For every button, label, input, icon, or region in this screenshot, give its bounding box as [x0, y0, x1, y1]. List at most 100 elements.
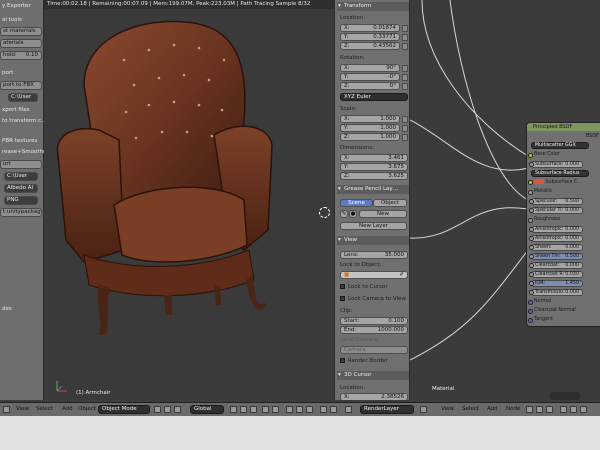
socket-icon[interactable] [529, 162, 534, 167]
render-icon[interactable] [320, 406, 327, 413]
export-fbx-button[interactable]: port to FBX [0, 81, 42, 90]
materials-button[interactable]: aterials [0, 39, 42, 48]
test-materials-button[interactable]: st materials [0, 27, 42, 36]
socket-icon[interactable] [528, 190, 533, 195]
rotation-y-field[interactable]: Y: -0° [340, 73, 400, 81]
export-textures-button[interactable]: ort [0, 160, 42, 169]
object-cube-icon[interactable] [560, 406, 567, 413]
layers-icon[interactable] [345, 406, 352, 413]
subsurface-method-select[interactable]: Subsurface Radius [531, 170, 589, 177]
lock-icon[interactable] [402, 83, 408, 90]
datablock-icon[interactable]: ● [349, 210, 357, 218]
transmission-field[interactable]: Transmissio: 0.000 [529, 289, 583, 296]
socket-icon[interactable] [528, 218, 533, 223]
subsurface-field[interactable]: Subsurface: 0.000 [529, 161, 583, 168]
node-editor[interactable]: Principled BSDF BSDF Multiscatter GGX Ba… [410, 0, 600, 400]
editor-type-icon[interactable] [3, 406, 10, 413]
lock-object-field[interactable]: ■ ✐ [340, 271, 408, 279]
ior-field[interactable]: IOR: 1.450 [529, 280, 583, 287]
lock-to-cursor-checkbox[interactable]: Lock to Cursor [340, 284, 388, 290]
grease-pencil-header[interactable]: Grease Pencil Lay… [337, 185, 409, 194]
socket-icon[interactable] [528, 318, 533, 323]
node-add-menu[interactable]: Add [487, 406, 498, 412]
lock-icon[interactable] [402, 65, 408, 72]
layer-icon[interactable] [262, 406, 269, 413]
scale-x-field[interactable]: X: 1.000 [340, 115, 400, 123]
location-y-field[interactable]: Y: 0.33771 [340, 33, 400, 41]
dimension-x-field[interactable]: X: 3.461 [340, 154, 408, 162]
lock-icon[interactable] [402, 74, 408, 81]
object-icon[interactable] [536, 406, 543, 413]
rotation-x-field[interactable]: X: 90° [340, 64, 400, 72]
3d-viewport[interactable]: Time:00:02.18 | Remaining:00:07.09 | Mem… [44, 0, 334, 400]
lock-icon[interactable] [402, 134, 408, 141]
view-menu[interactable]: View [16, 406, 29, 412]
location-z-field[interactable]: Z: 0.43562 [340, 42, 400, 50]
lock-icon[interactable] [402, 125, 408, 132]
3d-cursor-icon[interactable] [319, 207, 330, 218]
socket-icon[interactable] [529, 199, 534, 204]
lens-field[interactable]: Lens: 35.000 [340, 251, 408, 259]
add-menu[interactable]: Add [62, 406, 73, 412]
anisotropic-rotation-field[interactable]: Anisotropic: 0.000 [529, 235, 583, 242]
world-icon[interactable] [546, 406, 553, 413]
layer-icon[interactable] [240, 406, 247, 413]
unitypackage-button[interactable]: t unitypackage [0, 208, 42, 217]
manipulator-icon[interactable] [174, 406, 181, 413]
socket-icon[interactable] [529, 272, 534, 277]
magnet-icon[interactable] [296, 406, 303, 413]
sheen-tint-field[interactable]: Sheen Tin: 0.500 [529, 253, 583, 260]
pencil-icon[interactable]: ✎ [340, 210, 348, 218]
lock-camera-checkbox[interactable]: Lock Camera to View [340, 296, 406, 302]
node-menu[interactable]: Node [506, 406, 520, 412]
socket-icon[interactable] [529, 290, 534, 295]
shading-icon[interactable] [154, 406, 161, 413]
render-border-checkbox[interactable]: Render Border [340, 358, 388, 364]
sheen-field[interactable]: Sheen: 0.000 [529, 244, 583, 251]
fbx-path-field[interactable]: C:\User [8, 93, 38, 102]
orientation-select[interactable]: Global [190, 405, 224, 414]
lock-icon[interactable] [402, 34, 408, 41]
node-view-menu[interactable]: View [441, 406, 454, 412]
dimension-z-field[interactable]: Z: 3.625 [340, 172, 408, 180]
socket-icon[interactable] [529, 208, 534, 213]
albedo-select[interactable]: Albedo Al [4, 184, 38, 193]
new-layer-button[interactable]: New Layer [340, 222, 407, 230]
node-nav-widget[interactable] [550, 392, 580, 400]
subsurface-color-row[interactable]: Subsurface C… [528, 179, 600, 186]
texture-path-field[interactable]: C:\User [4, 172, 38, 181]
node-tree-icon[interactable] [526, 406, 533, 413]
lock-icon[interactable] [402, 116, 408, 123]
specular-field[interactable]: Specular: 0.500 [529, 198, 583, 205]
dimension-y-field[interactable]: Y: 3.675 [340, 163, 408, 171]
clearcoat-roughness-field[interactable]: Clearcoat R: 0.030 [529, 271, 583, 278]
new-grease-pencil-button[interactable]: New [359, 210, 407, 218]
3d-cursor-header[interactable]: 3D Cursor [337, 371, 409, 380]
socket-icon[interactable] [529, 263, 534, 268]
socket-icon[interactable] [528, 153, 533, 158]
clip-end-field[interactable]: End: 1000.000 [340, 326, 408, 334]
threshold-field[interactable]: hold: 0.10 [0, 51, 42, 60]
proportional-icon[interactable] [306, 406, 313, 413]
specular-tint-field[interactable]: Specular Ti: 0.000 [529, 207, 583, 214]
principled-bsdf-node[interactable]: Principled BSDF BSDF Multiscatter GGX Ba… [526, 122, 600, 327]
layer-icon[interactable] [230, 406, 237, 413]
eyedropper-icon[interactable]: ✐ [399, 272, 404, 278]
material-icon[interactable] [570, 406, 577, 413]
editor-type-icon[interactable] [420, 406, 427, 413]
scene-button[interactable]: Scene [340, 199, 373, 207]
layer-icon[interactable] [272, 406, 279, 413]
format-select[interactable]: PNG [4, 196, 38, 205]
distribution-select[interactable]: Multiscatter GGX [531, 142, 589, 149]
socket-icon[interactable] [529, 236, 534, 241]
mode-select[interactable]: Object Mode [98, 405, 150, 414]
snap-icon[interactable] [286, 406, 293, 413]
socket-icon[interactable] [528, 300, 533, 305]
color-swatch[interactable] [534, 179, 544, 184]
select-menu[interactable]: Select [36, 406, 53, 412]
socket-icon[interactable] [529, 245, 534, 250]
object-button[interactable]: Object [373, 199, 407, 207]
clearcoat-field[interactable]: Clearcoat: 0.000 [529, 262, 583, 269]
socket-icon[interactable] [529, 227, 534, 232]
pivot-icon[interactable] [164, 406, 171, 413]
